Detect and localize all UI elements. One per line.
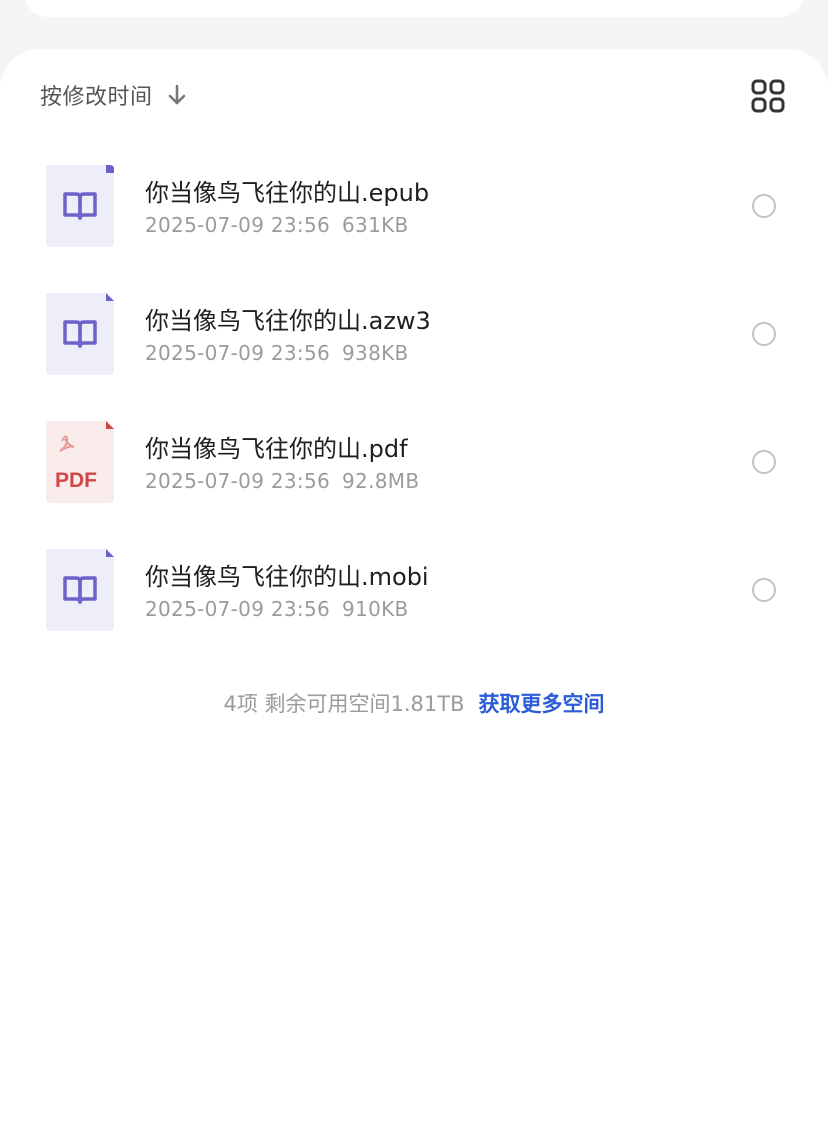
arrow-down-icon [168,84,185,105]
pdf-file-icon: PDF [46,421,114,503]
storage-summary: 4项 剩余可用空间1.81TB [223,692,465,716]
file-size: 631KB [342,213,409,237]
file-size: 910KB [342,597,409,621]
file-row[interactable]: 你当像鸟飞往你的山.epub 2025-07-09 23:56 631KB [0,165,828,293]
select-radio[interactable] [752,322,776,346]
ebook-icon [46,549,114,631]
select-radio[interactable] [752,578,776,602]
file-datetime: 2025-07-09 23:56 [145,341,331,365]
file-size: 92.8MB [342,469,420,493]
file-row[interactable]: PDF 你当像鸟飞往你的山.pdf 2025-07-09 23:56 92.8MB [0,421,828,549]
ebook-icon [46,165,114,247]
sort-button[interactable]: 按修改时间 [40,78,189,112]
file-name: 你当像鸟飞往你的山.azw3 [145,307,431,335]
file-meta: 2025-07-09 23:56 92.8MB [145,469,419,493]
file-row[interactable]: 你当像鸟飞往你的山.azw3 2025-07-09 23:56 938KB [0,293,828,421]
file-datetime: 2025-07-09 23:56 [145,469,331,493]
select-radio[interactable] [752,194,776,218]
file-name: 你当像鸟飞往你的山.epub [145,179,430,207]
select-radio[interactable] [752,450,776,474]
file-name: 你当像鸟飞往你的山.pdf [145,435,408,463]
file-datetime: 2025-07-09 23:56 [145,213,331,237]
get-more-space-link[interactable]: 获取更多空间 [479,692,605,716]
file-meta: 2025-07-09 23:56 938KB [145,341,409,365]
file-meta: 2025-07-09 23:56 910KB [145,597,409,621]
pdf-badge-text: PDF [55,469,97,492]
storage-footer: 4项 剩余可用空间1.81TB 获取更多空间 [0,688,828,718]
sort-label: 按修改时间 [40,85,153,110]
file-size: 938KB [342,341,409,365]
file-datetime: 2025-07-09 23:56 [145,597,331,621]
file-meta: 2025-07-09 23:56 631KB [145,213,409,237]
grid-view-icon[interactable] [750,78,786,114]
file-row[interactable]: 你当像鸟飞往你的山.mobi 2025-07-09 23:56 910KB [0,549,828,677]
file-name: 你当像鸟飞往你的山.mobi [145,563,429,591]
ebook-icon [46,293,114,375]
top-card [24,0,804,17]
